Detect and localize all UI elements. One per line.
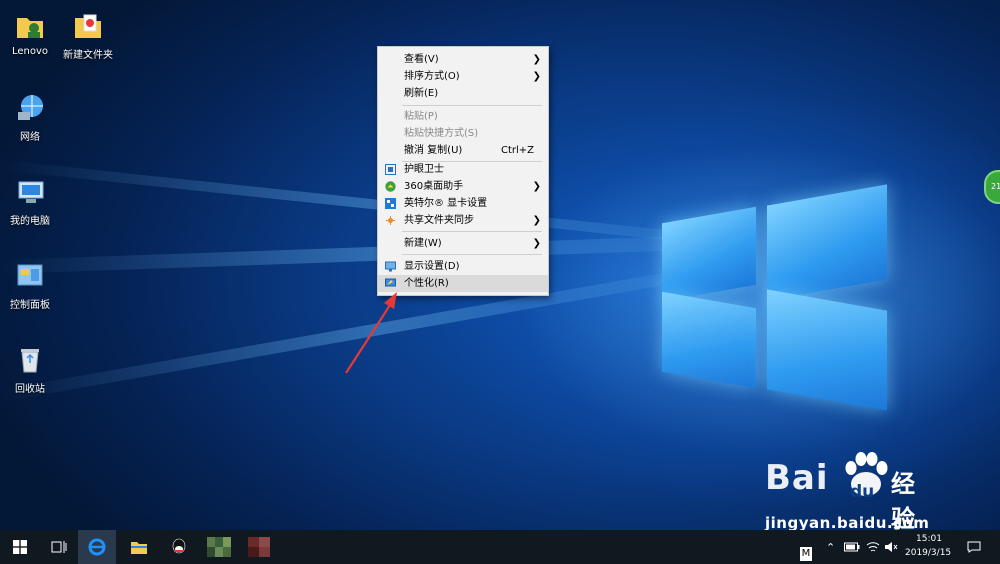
menu-item-label: 粘贴(P) bbox=[404, 111, 438, 122]
desktop-icon-network[interactable]: 网络 bbox=[0, 92, 60, 143]
menu-item-360-desktop[interactable]: 360桌面助手 ❯ bbox=[378, 178, 548, 195]
floating-widget[interactable]: 21 bbox=[984, 170, 1000, 204]
menu-item-label: 显示设置(D) bbox=[404, 261, 460, 272]
menu-item-personalize[interactable]: 个性化(R) bbox=[378, 275, 548, 292]
app-2-button[interactable] bbox=[240, 530, 278, 564]
menu-item-label: 360桌面助手 bbox=[404, 181, 464, 192]
qq-button[interactable] bbox=[160, 530, 198, 564]
eye-guard-icon bbox=[385, 164, 396, 175]
network-icon bbox=[18, 95, 43, 120]
show-hidden-icons-icon[interactable]: ⌃ bbox=[826, 541, 835, 554]
menu-item-paste[interactable]: 粘贴(P) bbox=[378, 108, 548, 125]
desktop-icon-recycle-bin[interactable]: 回收站 bbox=[0, 344, 60, 395]
battery-icon[interactable] bbox=[844, 542, 860, 552]
chevron-right-icon: ❯ bbox=[532, 215, 541, 226]
computer-icon bbox=[18, 181, 44, 203]
windows-logo-pane-br bbox=[767, 289, 887, 411]
watermark-brand: Bai bbox=[765, 458, 829, 498]
file-explorer-button[interactable] bbox=[120, 530, 158, 564]
windows-logo-pane-tr bbox=[767, 184, 887, 301]
menu-item-label: 粘贴快捷方式(S) bbox=[404, 128, 479, 139]
chevron-right-icon: ❯ bbox=[532, 54, 541, 65]
desktop-context-menu: 查看(V) ❯ 排序方式(O) ❯ 刷新(E) 粘贴(P) 粘贴快捷方式(S) … bbox=[377, 46, 549, 296]
menu-item-refresh[interactable]: 刷新(E) bbox=[378, 85, 548, 102]
watermark-brand-2: du bbox=[850, 482, 875, 502]
menu-item-undo-copy[interactable]: 撤消 复制(U) Ctrl+Z bbox=[378, 142, 548, 159]
menu-item-label: 排序方式(O) bbox=[404, 71, 460, 82]
qq-icon bbox=[172, 538, 186, 554]
menu-separator bbox=[402, 105, 542, 106]
menu-item-paste-shortcut[interactable]: 粘贴快捷方式(S) bbox=[378, 125, 548, 142]
desktop-icon-lenovo[interactable]: Lenovo bbox=[0, 10, 60, 57]
menu-item-share-sync[interactable]: 共享文件夹同步 ❯ bbox=[378, 212, 548, 229]
control-panel-icon bbox=[17, 264, 43, 286]
chevron-right-icon: ❯ bbox=[532, 238, 541, 249]
menu-item-display-settings[interactable]: 显示设置(D) bbox=[378, 258, 548, 275]
menu-item-label: 撤消 复制(U) bbox=[404, 145, 463, 156]
notification-center-icon[interactable] bbox=[967, 541, 981, 553]
task-view-button[interactable] bbox=[40, 530, 78, 564]
app-1-icon bbox=[207, 537, 231, 557]
taskbar: M ⌃ 15:01 2019/3/15 bbox=[0, 530, 1000, 564]
start-icon bbox=[13, 540, 27, 554]
volume-muted-icon[interactable] bbox=[884, 541, 898, 553]
chevron-right-icon: ❯ bbox=[532, 71, 541, 82]
menu-item-label: 共享文件夹同步 bbox=[404, 215, 474, 226]
folder-icon bbox=[75, 14, 101, 38]
menu-item-label: 护眼卫士 bbox=[404, 164, 444, 175]
chevron-right-icon: ❯ bbox=[532, 181, 541, 192]
share-sync-icon bbox=[386, 216, 395, 225]
menu-item-label: 查看(V) bbox=[404, 54, 439, 65]
ie-button[interactable] bbox=[78, 530, 116, 564]
menu-separator bbox=[402, 254, 542, 255]
menu-separator bbox=[402, 231, 542, 232]
widget-text: 21 bbox=[991, 182, 1000, 191]
desktop-icon-control-panel[interactable]: 控制面板 bbox=[0, 260, 60, 311]
menu-item-label: 刷新(E) bbox=[404, 88, 439, 99]
clock-date[interactable]: 2019/3/15 bbox=[905, 548, 951, 558]
desktop-icon-label: 回收站 bbox=[15, 384, 45, 395]
task-view-icon bbox=[51, 541, 67, 553]
desktop-icon-label: 控制面板 bbox=[10, 300, 50, 311]
menu-item-new[interactable]: 新建(W) ❯ bbox=[378, 235, 548, 252]
user-folder-icon bbox=[17, 18, 43, 38]
personalize-icon bbox=[385, 278, 396, 287]
menu-item-shortcut: Ctrl+Z bbox=[500, 145, 534, 156]
windows-logo-pane-tl bbox=[662, 206, 756, 302]
menu-item-label: 新建(W) bbox=[404, 238, 442, 249]
windows-logo-pane-bl bbox=[662, 291, 756, 389]
desktop-icon-label: 新建文件夹 bbox=[63, 50, 113, 61]
menu-item-sort-by[interactable]: 排序方式(O) ❯ bbox=[378, 68, 548, 85]
menu-item-label: 个性化(R) bbox=[404, 278, 449, 289]
menu-item-intel-graphics[interactable]: 英特尔® 显卡设置 bbox=[378, 195, 548, 212]
desktop-icon-my-computer[interactable]: 我的电脑 bbox=[0, 176, 60, 227]
ie-icon bbox=[88, 538, 106, 556]
desktop-icon-new-folder[interactable]: 新建文件夹 bbox=[58, 10, 118, 61]
desktop-icon-label: Lenovo bbox=[11, 46, 49, 57]
app-1-button[interactable] bbox=[200, 530, 238, 564]
wifi-icon[interactable] bbox=[866, 541, 880, 553]
clock-time[interactable]: 15:01 bbox=[916, 534, 942, 544]
desktop-icon-label: 我的电脑 bbox=[10, 216, 50, 227]
recycle-bin-icon bbox=[21, 349, 39, 373]
desktop-icon-label: 网络 bbox=[20, 132, 40, 143]
menu-item-label: 英特尔® 显卡设置 bbox=[404, 198, 488, 209]
display-settings-icon bbox=[385, 261, 396, 272]
intel-graphics-icon bbox=[385, 198, 396, 209]
menu-item-view[interactable]: 查看(V) ❯ bbox=[378, 51, 548, 68]
file-explorer-icon bbox=[131, 542, 147, 554]
menu-item-eye-guard[interactable]: 护眼卫士 bbox=[378, 161, 548, 178]
start-button[interactable] bbox=[0, 530, 40, 564]
ime-indicator[interactable]: M bbox=[800, 547, 812, 561]
360-desktop-icon bbox=[385, 181, 396, 192]
app-2-icon bbox=[248, 537, 270, 557]
